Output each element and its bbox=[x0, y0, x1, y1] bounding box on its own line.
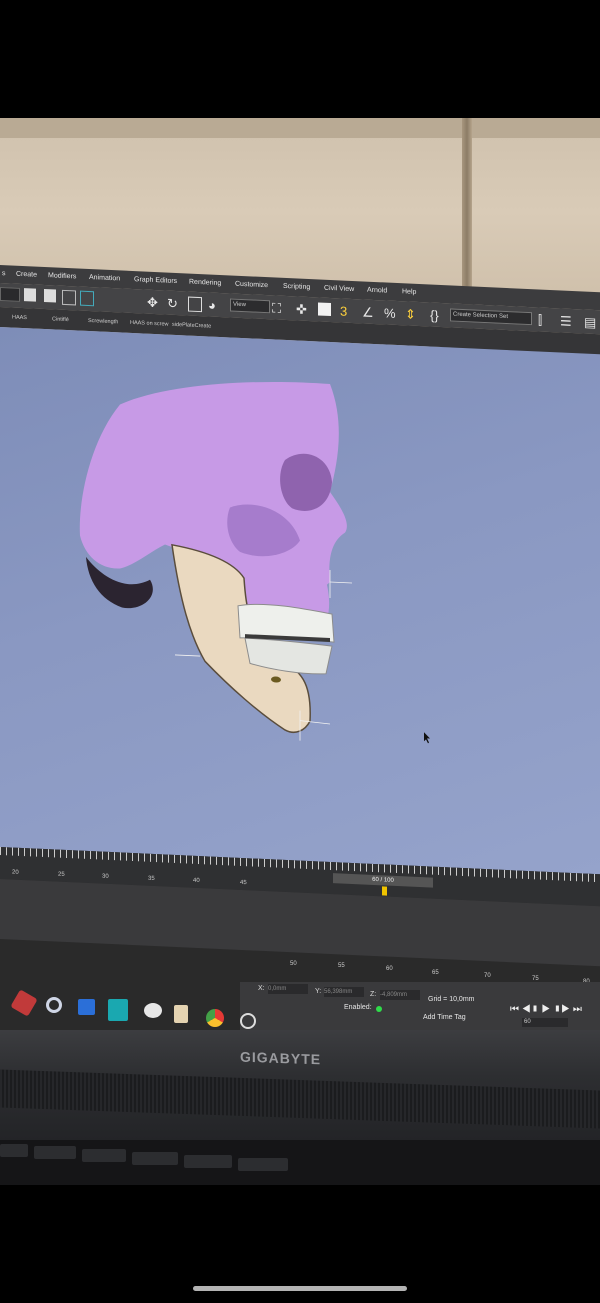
select-manipulate-icon[interactable]: ◕ bbox=[208, 297, 216, 312]
menu-graph-editors[interactable]: Graph Editors bbox=[134, 276, 177, 285]
tick-label: 25 bbox=[58, 871, 65, 878]
chrome-icon[interactable] bbox=[206, 1009, 224, 1027]
ribbon-haas[interactable]: HAAS bbox=[12, 315, 27, 322]
spinner-snap-icon[interactable]: ⇕ bbox=[405, 306, 416, 322]
menu-modifiers[interactable]: Modifiers bbox=[48, 272, 76, 280]
laptop-screen: s Create Modifiers Animation Graph Edito… bbox=[0, 265, 600, 967]
keyboard-key bbox=[34, 1146, 76, 1159]
named-selection-icon[interactable]: {} bbox=[430, 308, 439, 323]
app-icon[interactable] bbox=[46, 997, 62, 1013]
pivot-icon[interactable]: ⛶ bbox=[272, 300, 281, 316]
taskbar bbox=[0, 975, 330, 1035]
ribbon-screwlength[interactable]: Screwlength bbox=[88, 318, 118, 325]
playback-controls[interactable]: ⏮ ◀▮ ▶ ▮▶ ⏭ bbox=[510, 1004, 582, 1015]
keyboard-shortcut-icon[interactable] bbox=[318, 302, 331, 317]
window-crossing-icon[interactable] bbox=[80, 290, 94, 307]
app-icon[interactable] bbox=[10, 989, 38, 1017]
angle-snap-icon[interactable]: ∠ bbox=[362, 304, 374, 321]
tick-label: 70 bbox=[484, 973, 491, 979]
laptop-brand-logo: GIGABYTE bbox=[240, 1048, 322, 1068]
tick-label: 55 bbox=[338, 963, 345, 969]
wall-shadow bbox=[0, 118, 600, 138]
selection-filter-dropdown[interactable] bbox=[0, 287, 20, 302]
menu-rendering[interactable]: Rendering bbox=[189, 279, 221, 287]
z-coordinate-field[interactable]: -4,809mm bbox=[380, 990, 420, 1000]
select-by-name-icon[interactable] bbox=[44, 288, 56, 303]
home-indicator[interactable] bbox=[193, 1286, 407, 1291]
rotate-icon[interactable]: ↻ bbox=[167, 296, 178, 312]
tick-label: 50 bbox=[290, 961, 297, 967]
enabled-indicator[interactable] bbox=[376, 1006, 382, 1012]
ribbon-cintifle[interactable]: Cintiflé bbox=[52, 316, 69, 323]
tick-label: 20 bbox=[12, 869, 19, 876]
app-icon[interactable] bbox=[174, 1005, 188, 1023]
keyboard-key bbox=[0, 1144, 28, 1157]
office-icon[interactable] bbox=[78, 999, 95, 1015]
keyboard-key bbox=[132, 1152, 178, 1165]
keyboard-key bbox=[82, 1149, 126, 1162]
status-overlay: 50 55 60 65 70 75 80 bbox=[0, 880, 600, 985]
select-object-icon[interactable] bbox=[24, 288, 36, 302]
enabled-label: Enabled: bbox=[344, 1004, 372, 1011]
menu-civil-view[interactable]: Civil View bbox=[324, 285, 354, 293]
skull-model bbox=[79, 381, 430, 744]
region-select-icon[interactable] bbox=[62, 289, 76, 306]
snap-icon[interactable]: 3 bbox=[340, 303, 347, 318]
z-label: Z: bbox=[370, 991, 377, 998]
3d-viewport[interactable] bbox=[0, 327, 600, 875]
ribbon-haas-on-screw[interactable]: HAAS on screw bbox=[130, 320, 169, 328]
selection-set-dropdown[interactable]: Create Selection Set bbox=[450, 308, 532, 326]
menu-help[interactable]: Help bbox=[402, 288, 416, 296]
app-icon[interactable] bbox=[144, 1003, 162, 1018]
grid-readout: Grid = 10,0mm bbox=[428, 996, 475, 1003]
keyboard-key bbox=[184, 1155, 232, 1168]
menu-scripting[interactable]: Scripting bbox=[283, 283, 310, 291]
menu-animation[interactable]: Animation bbox=[89, 274, 120, 282]
layer-icon[interactable]: ▤ bbox=[584, 315, 596, 332]
tick-label: 65 bbox=[432, 970, 439, 976]
app-icon[interactable] bbox=[240, 1013, 256, 1029]
mirror-icon[interactable]: ⫿ bbox=[538, 312, 542, 328]
ribbon-sideplate-create[interactable]: sidePlateCreate bbox=[172, 322, 211, 330]
current-frame-field[interactable]: 60 bbox=[522, 1018, 568, 1027]
align-icon[interactable]: ☰ bbox=[560, 313, 572, 330]
scale-icon[interactable] bbox=[188, 296, 202, 313]
menu-create[interactable]: Create bbox=[16, 271, 37, 279]
tick-label: 60 bbox=[386, 966, 393, 972]
percent-snap-icon[interactable]: % bbox=[384, 305, 396, 321]
3dsmax-icon[interactable] bbox=[108, 999, 128, 1021]
mouse-cursor-icon bbox=[424, 732, 430, 744]
y-coordinate-field[interactable]: 56,398mm bbox=[324, 987, 364, 997]
view-dropdown[interactable]: View bbox=[230, 298, 270, 314]
menu-arnold[interactable]: Arnold bbox=[367, 287, 387, 295]
add-time-tag[interactable]: Add Time Tag bbox=[423, 1014, 466, 1021]
select-and-link-icon[interactable]: ✜ bbox=[296, 301, 307, 317]
move-icon[interactable]: ✥ bbox=[147, 295, 158, 311]
tick-label: 30 bbox=[102, 873, 109, 880]
keyboard-key bbox=[238, 1158, 288, 1171]
menu-item[interactable]: s bbox=[2, 270, 6, 277]
menu-customize[interactable]: Customize bbox=[235, 281, 268, 290]
keyboard bbox=[0, 1140, 600, 1185]
